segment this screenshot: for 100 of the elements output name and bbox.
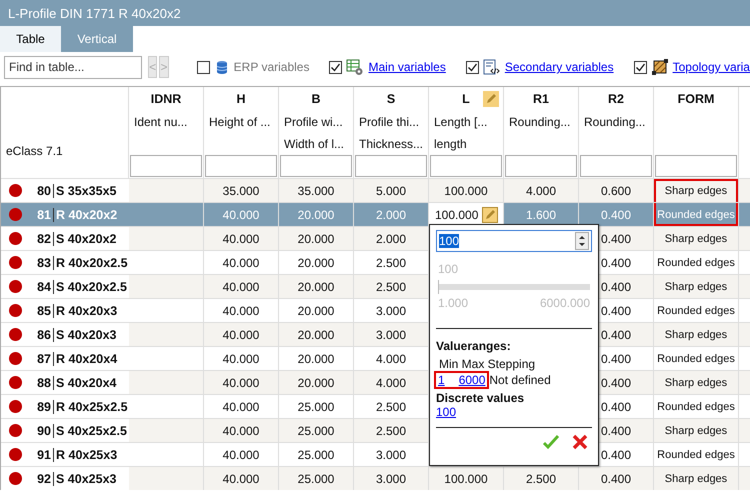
table-cell bbox=[739, 371, 750, 394]
table-cell: 40.000 bbox=[204, 275, 279, 298]
table-cell: Sharp edges bbox=[654, 419, 739, 442]
table-cell: 2.500 bbox=[504, 467, 579, 490]
table-cell: 2.000 bbox=[354, 227, 429, 250]
table-cell: 20.000 bbox=[279, 323, 354, 346]
spin-buttons[interactable] bbox=[575, 232, 589, 250]
row-number: 81 bbox=[27, 208, 54, 222]
table-cell: 25.000 bbox=[279, 419, 354, 442]
table-cell: Sharp edges bbox=[654, 227, 739, 250]
table-cell bbox=[739, 179, 750, 202]
table-cell: 40.000 bbox=[204, 227, 279, 250]
table-cell: 5.000 bbox=[354, 179, 429, 202]
cancel-button[interactable] bbox=[572, 434, 588, 450]
column-filter-field[interactable] bbox=[655, 155, 737, 177]
pencil-icon[interactable] bbox=[482, 206, 498, 222]
table-cell: 40.000 bbox=[204, 347, 279, 370]
column-filter-field[interactable] bbox=[280, 155, 352, 177]
column-header: IDNR bbox=[150, 92, 182, 106]
table-cell: 20.000 bbox=[279, 275, 354, 298]
row-number: 90 bbox=[27, 424, 54, 438]
row-number: 83 bbox=[27, 256, 54, 270]
column-header: L bbox=[462, 92, 470, 106]
checkbox[interactable] bbox=[196, 60, 210, 74]
filter-label: ERP variables bbox=[234, 60, 310, 74]
checkbox[interactable] bbox=[329, 60, 342, 74]
table-cell bbox=[739, 323, 750, 346]
table-cell: 40.000 bbox=[204, 299, 279, 322]
row-number: 85 bbox=[27, 304, 54, 318]
range-stepping: Not defined bbox=[489, 373, 551, 387]
table-cell: Sharp edges bbox=[654, 179, 739, 202]
tab[interactable]: Table bbox=[0, 26, 61, 52]
table-cell: 20.000 bbox=[279, 299, 354, 322]
table-cell: 3.000 bbox=[354, 467, 429, 490]
column-description: Profile wi... bbox=[283, 114, 344, 131]
row-number: 87 bbox=[27, 352, 54, 366]
table-cell: 40.000 bbox=[204, 467, 279, 490]
table-cell: 2.000 bbox=[354, 203, 429, 226]
table-cell: 20.000 bbox=[279, 203, 354, 226]
search-field[interactable]: Find in table... bbox=[4, 56, 142, 78]
row-name: S 40x25x3 bbox=[55, 472, 116, 486]
range-max-link[interactable]: 6000 bbox=[458, 373, 486, 387]
column-header: R2 bbox=[608, 92, 624, 106]
checkbox[interactable] bbox=[634, 60, 647, 74]
column-description: Height of ... bbox=[208, 114, 272, 131]
column-filter-field[interactable] bbox=[580, 155, 652, 177]
pencil-icon[interactable] bbox=[483, 91, 499, 107]
column-description: Rounding... bbox=[583, 114, 646, 131]
table-cell: 40.000 bbox=[204, 323, 279, 346]
column-filter-field[interactable] bbox=[355, 155, 427, 177]
table-cell: 0.400 bbox=[579, 203, 654, 226]
table-gear-icon bbox=[346, 58, 364, 76]
section-title: Discrete values bbox=[436, 391, 526, 405]
table-cell: Rounded edges bbox=[654, 347, 739, 370]
filter-link[interactable]: Secondary variables bbox=[504, 60, 614, 74]
confirm-button[interactable] bbox=[542, 434, 560, 450]
filter-link[interactable]: Main variables bbox=[368, 60, 446, 74]
table-cell: 25.000 bbox=[279, 467, 354, 490]
table-cell: 40.000 bbox=[204, 419, 279, 442]
table-cell: 40.000 bbox=[204, 443, 279, 466]
table-cell: Sharp edges bbox=[654, 371, 739, 394]
column-description: Width of l... bbox=[283, 136, 346, 153]
column-description: length bbox=[433, 136, 468, 153]
window-title: L-Profile DIN 1771 R 40x20x2 bbox=[8, 6, 181, 20]
column-filter-field[interactable] bbox=[505, 155, 577, 177]
table-cell: 4.000 bbox=[354, 371, 429, 394]
filter-link[interactable]: Topology varia bbox=[672, 60, 750, 74]
table-cell: Sharp edges bbox=[654, 275, 739, 298]
column-filter-field[interactable] bbox=[430, 155, 502, 177]
table-cell: 100.000 bbox=[429, 467, 504, 490]
table-cell: 1.600 bbox=[504, 203, 579, 226]
table-cell: Sharp edges bbox=[654, 467, 739, 490]
row-number: 84 bbox=[27, 280, 54, 294]
column-filter-field[interactable] bbox=[130, 155, 202, 177]
row-name: R 40x25x3 bbox=[55, 448, 118, 462]
table-cell bbox=[739, 203, 750, 226]
checkbox[interactable] bbox=[466, 60, 479, 74]
value-spin-field[interactable]: 100 bbox=[436, 230, 592, 252]
discrete-value-link[interactable]: 100 bbox=[436, 405, 456, 419]
table-cell bbox=[739, 227, 750, 250]
slider-reading: 100 bbox=[438, 262, 460, 276]
row-number: 92 bbox=[27, 472, 54, 486]
row-name: R 40x20x4 bbox=[55, 352, 118, 366]
table-cell bbox=[739, 467, 750, 490]
table-cell: Rounded edges bbox=[654, 395, 739, 418]
table-cell: 25.000 bbox=[279, 443, 354, 466]
range-min-link[interactable]: 1 bbox=[438, 373, 445, 387]
column-filter-field[interactable] bbox=[205, 155, 277, 177]
table-cell: 20.000 bbox=[279, 251, 354, 274]
table-cell: Rounded edges bbox=[654, 443, 739, 466]
column-header: S bbox=[386, 92, 396, 106]
table-cell: 40.000 bbox=[204, 251, 279, 274]
cell-value: 100.000 bbox=[435, 208, 478, 222]
table-cell: 0.600 bbox=[579, 179, 654, 202]
table-cell: 20.000 bbox=[279, 227, 354, 250]
table-cell: Sharp edges bbox=[654, 323, 739, 346]
table-cell bbox=[739, 275, 750, 298]
row-name: R 40x20x2.5 bbox=[55, 256, 128, 270]
row-name: R 40x25x2.5 bbox=[55, 400, 128, 414]
table-cell: 20.000 bbox=[279, 347, 354, 370]
